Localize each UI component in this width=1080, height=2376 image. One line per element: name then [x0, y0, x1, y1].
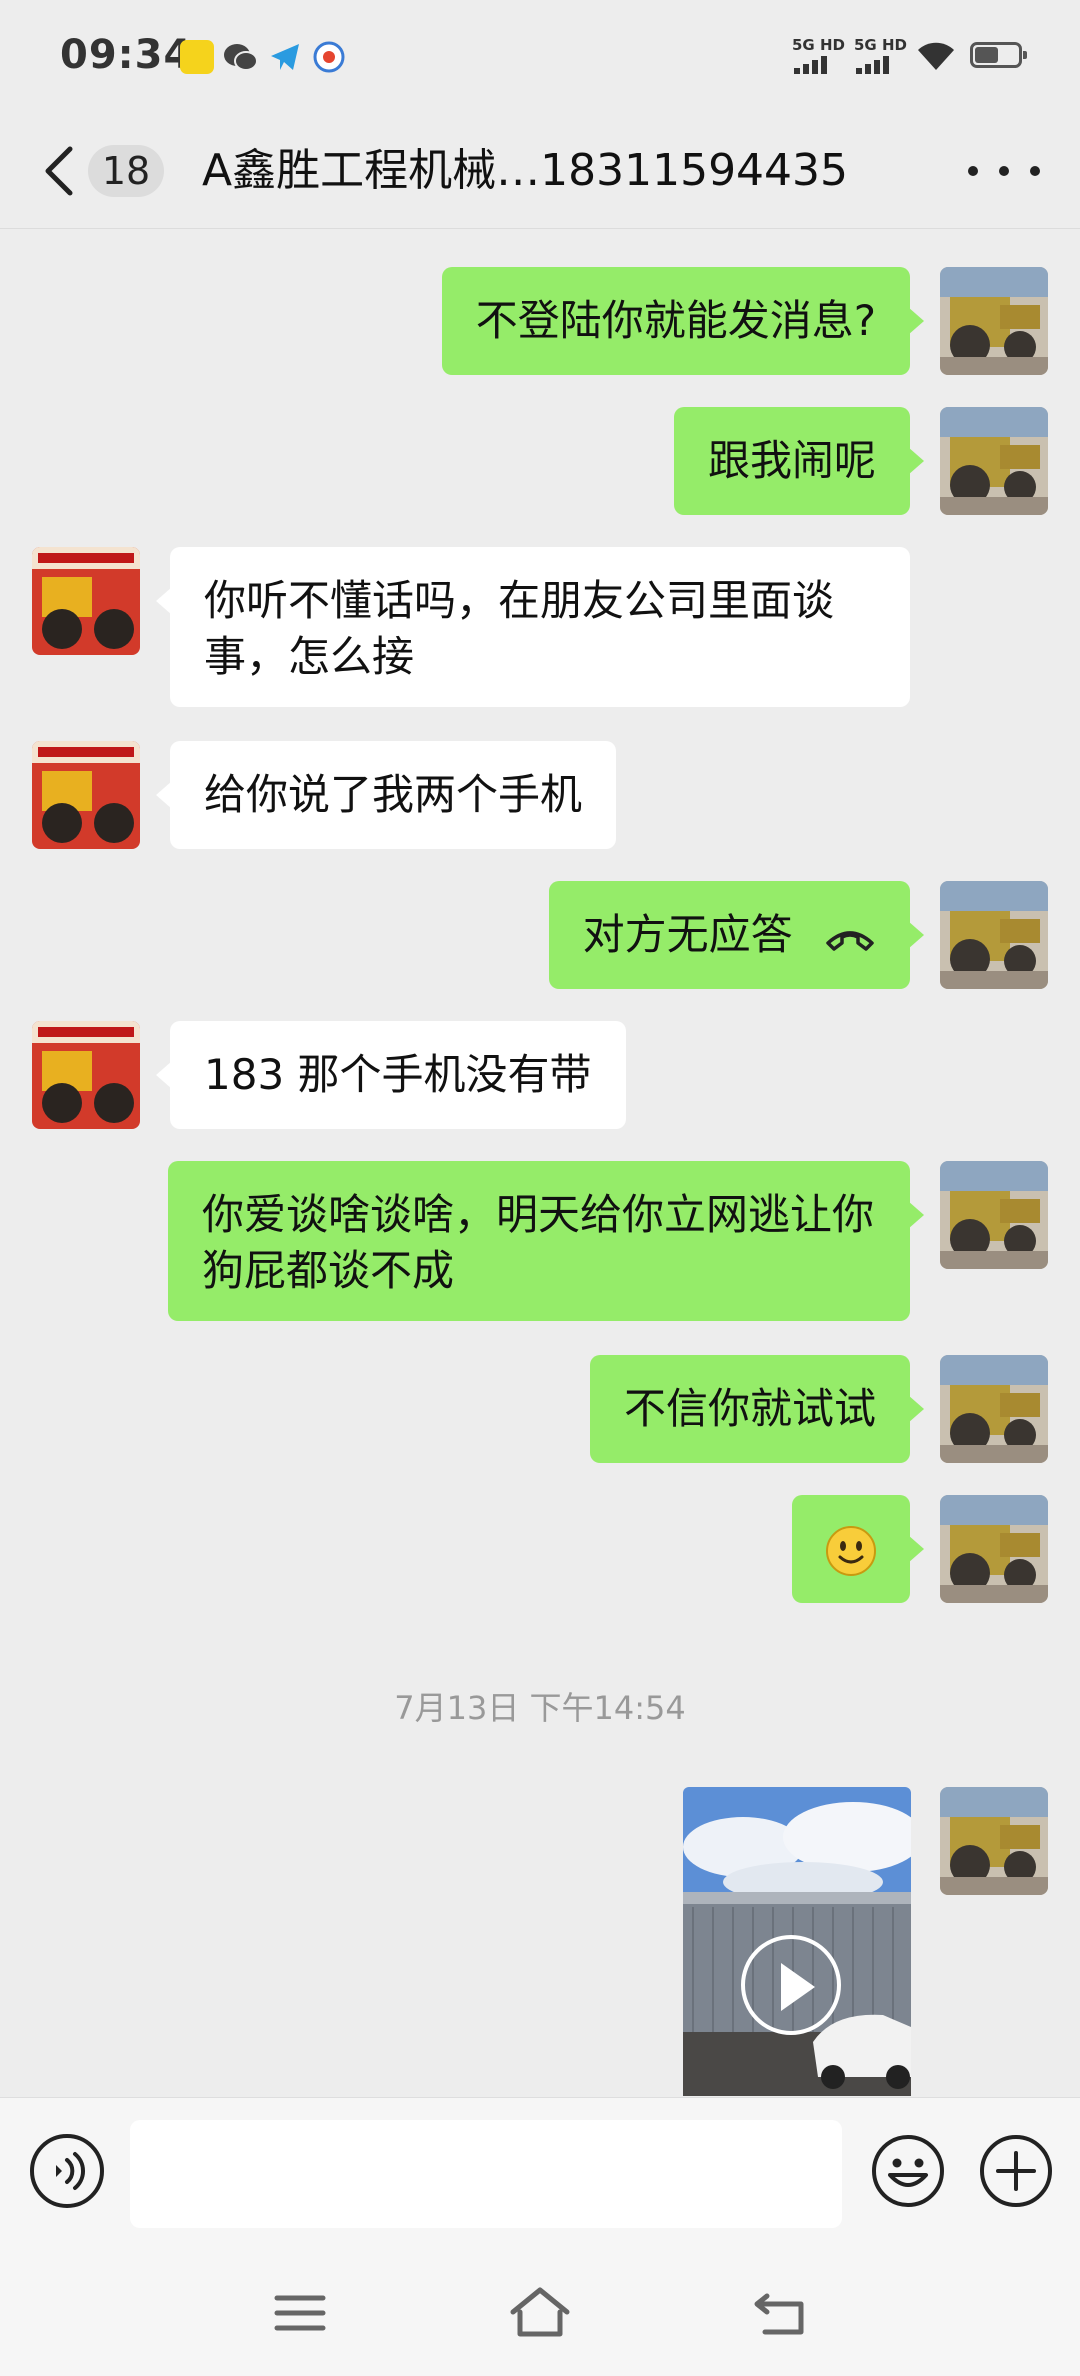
message-row — [0, 1495, 1080, 1603]
unread-count-badge: 18 — [88, 145, 164, 197]
home-icon[interactable] — [505, 2282, 575, 2344]
message-row: 你爱谈啥谈啥，明天给你立网逃让你狗屁都谈不成 — [0, 1161, 1080, 1321]
message-row: 183 那个手机没有带 — [0, 1021, 1080, 1129]
hangup-icon — [826, 930, 874, 951]
play-icon[interactable] — [741, 1935, 841, 2035]
chat-title: A鑫胜工程机械…18311594435 — [202, 145, 849, 196]
more-dots-icon — [968, 166, 978, 176]
contact-avatar[interactable] — [32, 547, 140, 655]
call-message-bubble[interactable]: 对方无应答 — [548, 881, 925, 989]
message-row: 不登陆你就能发消息? — [0, 267, 1080, 375]
message-row — [0, 1787, 1080, 2096]
message-row: 跟我闹呢 — [0, 407, 1080, 515]
status-bar: 09:34 5G HD 5G HD — [0, 0, 1080, 115]
message-list[interactable]: 不登陆你就能发消息? 跟我闹呢 你听不懂话吗，在朋友公司里面谈事，怎么接 给你说… — [0, 229, 1080, 2096]
signal-1-icon: 5G HD — [792, 36, 845, 74]
app-notification-icon — [313, 41, 345, 73]
return-icon[interactable] — [745, 2282, 815, 2344]
call-status-text: 对方无应答 — [582, 910, 793, 959]
my-avatar[interactable] — [940, 267, 1048, 375]
my-avatar[interactable] — [940, 1495, 1048, 1603]
message-bubble[interactable]: 给你说了我两个手机 — [155, 741, 617, 849]
voice-button[interactable] — [30, 2134, 104, 2208]
contact-avatar[interactable] — [32, 741, 140, 849]
status-icons: 5G HD 5G HD — [792, 36, 1027, 74]
voice-icon — [56, 2152, 86, 2190]
menu-icon[interactable] — [265, 2282, 335, 2344]
chevron-left-icon — [45, 146, 73, 196]
message-input[interactable] — [130, 2120, 842, 2228]
my-avatar[interactable] — [940, 881, 1048, 989]
app-notification-icon — [180, 40, 214, 74]
message-row: 给你说了我两个手机 — [0, 741, 1080, 849]
contact-avatar[interactable] — [32, 1021, 140, 1129]
message-bubble[interactable]: 跟我闹呢 — [673, 407, 925, 515]
my-avatar[interactable] — [940, 1787, 1048, 1895]
my-avatar[interactable] — [940, 1355, 1048, 1463]
wechat-notification-icon — [224, 44, 258, 71]
emoji-message-bubble[interactable] — [792, 1495, 924, 1603]
message-row: 对方无应答 — [0, 881, 1080, 989]
message-bubble[interactable]: 不登陆你就能发消息? — [441, 267, 925, 375]
plus-icon[interactable] — [978, 2133, 1054, 2209]
chat-screen: 09:34 5G HD 5G HD 18 A鑫胜工程机械…18311594435… — [0, 0, 1080, 2376]
battery-icon — [970, 42, 1027, 68]
message-row: 不信你就试试 — [0, 1355, 1080, 1463]
input-bar — [0, 2097, 1080, 2252]
back-button[interactable]: 18 — [40, 137, 170, 205]
message-bubble[interactable]: 不信你就试试 — [589, 1355, 925, 1463]
my-avatar[interactable] — [940, 1161, 1048, 1269]
more-options-button[interactable] — [968, 141, 1040, 201]
message-bubble[interactable]: 你听不懂话吗，在朋友公司里面谈事，怎么接 — [156, 547, 910, 707]
smiley-icon[interactable] — [870, 2133, 946, 2209]
message-bubble[interactable]: 183 那个手机没有带 — [156, 1021, 626, 1129]
smiley-emoji — [826, 1526, 876, 1576]
my-avatar[interactable] — [940, 407, 1048, 515]
telegram-notification-icon — [271, 44, 299, 70]
status-time: 09:34 — [60, 32, 193, 78]
wifi-icon — [918, 42, 954, 70]
video-message[interactable] — [683, 1787, 911, 2096]
chat-header: 18 A鑫胜工程机械…18311594435 — [0, 115, 1080, 229]
message-row: 你听不懂话吗，在朋友公司里面谈事，怎么接 — [0, 547, 1080, 707]
message-bubble[interactable]: 你爱谈啥谈啥，明天给你立网逃让你狗屁都谈不成 — [168, 1161, 924, 1321]
signal-2-icon: 5G HD — [854, 36, 907, 74]
system-nav-bar — [0, 2252, 1080, 2376]
message-timestamp: 7月13日 下午14:54 — [394, 1689, 686, 1727]
